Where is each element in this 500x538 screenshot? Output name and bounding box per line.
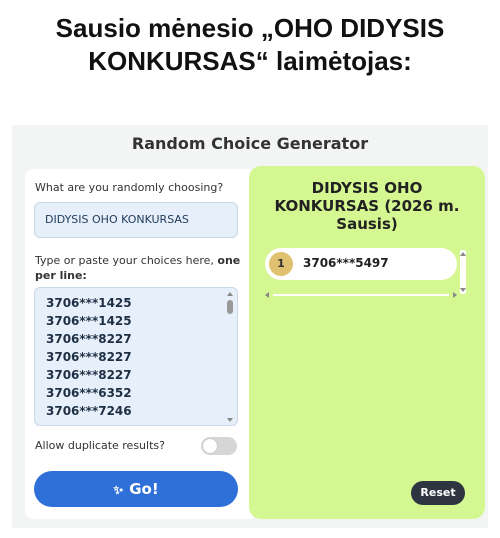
page-headline: Sausio mėnesio „OHO DIDYSIS KONKURSAS“ l… [0, 12, 500, 78]
result-vertical-scrollbar[interactable] [460, 250, 466, 294]
go-button[interactable]: ✨︎ Go! [34, 471, 238, 507]
result-title: DIDYSIS OHO KONKURSAS (2026 m. Sausis) [274, 179, 460, 233]
choices-scrollbar[interactable] [226, 292, 234, 422]
toggle-knob [203, 439, 217, 453]
input-panel: What are you randomly choosing? DIDYSIS … [25, 169, 257, 519]
choices-label-plain: Type or paste your choices here, [35, 254, 218, 267]
choosing-input[interactable]: DIDYSIS OHO KONKURSAS [34, 202, 238, 238]
scrollbar-track[interactable] [273, 294, 449, 296]
choice-line: 3706***8227 [46, 332, 132, 346]
choices-label: Type or paste your choices here, one per… [35, 253, 245, 283]
reset-button[interactable]: Reset [411, 481, 465, 505]
choice-line: 3706***8227 [46, 368, 132, 382]
go-button-label: Go! [129, 480, 159, 498]
result-panel: DIDYSIS OHO KONKURSAS (2026 m. Sausis) 1… [249, 166, 485, 519]
result-rank-badge: 1 [269, 252, 293, 276]
result-value: 3706***5497 [303, 256, 389, 270]
headline-line-1: Sausio mėnesio „OHO DIDYSIS [55, 13, 445, 43]
scroll-down-icon[interactable] [227, 418, 233, 422]
choice-line: 3706***7246 [46, 404, 132, 418]
choice-line: 3706***6352 [46, 386, 132, 400]
result-horizontal-scrollbar[interactable] [265, 292, 457, 298]
scroll-left-icon[interactable] [265, 292, 269, 298]
scroll-right-icon[interactable] [453, 292, 457, 298]
choosing-label: What are you randomly choosing? [35, 181, 224, 194]
scroll-up-icon[interactable] [227, 292, 233, 296]
scroll-up-icon[interactable] [460, 252, 466, 256]
random-choice-generator-app: Random Choice Generator What are you ran… [12, 125, 488, 528]
allow-duplicates-label: Allow duplicate results? [35, 439, 165, 452]
choices-textarea[interactable]: 3706***1425 3706***1425 3706***8227 3706… [34, 287, 238, 426]
choice-line: 3706***8227 [46, 350, 132, 364]
headline-line-2: KONKURSAS“ laimėtojas: [88, 46, 412, 76]
choice-line: 3706***1425 [46, 296, 132, 310]
allow-duplicates-toggle[interactable] [201, 437, 237, 455]
result-item: 1 3706***5497 [265, 248, 457, 280]
app-title: Random Choice Generator [131, 134, 369, 153]
scrollbar-thumb[interactable] [227, 300, 233, 314]
choice-line: 3706***1425 [46, 314, 132, 328]
scroll-down-icon[interactable] [460, 288, 466, 292]
sparkle-icon: ✨︎ [113, 483, 124, 497]
